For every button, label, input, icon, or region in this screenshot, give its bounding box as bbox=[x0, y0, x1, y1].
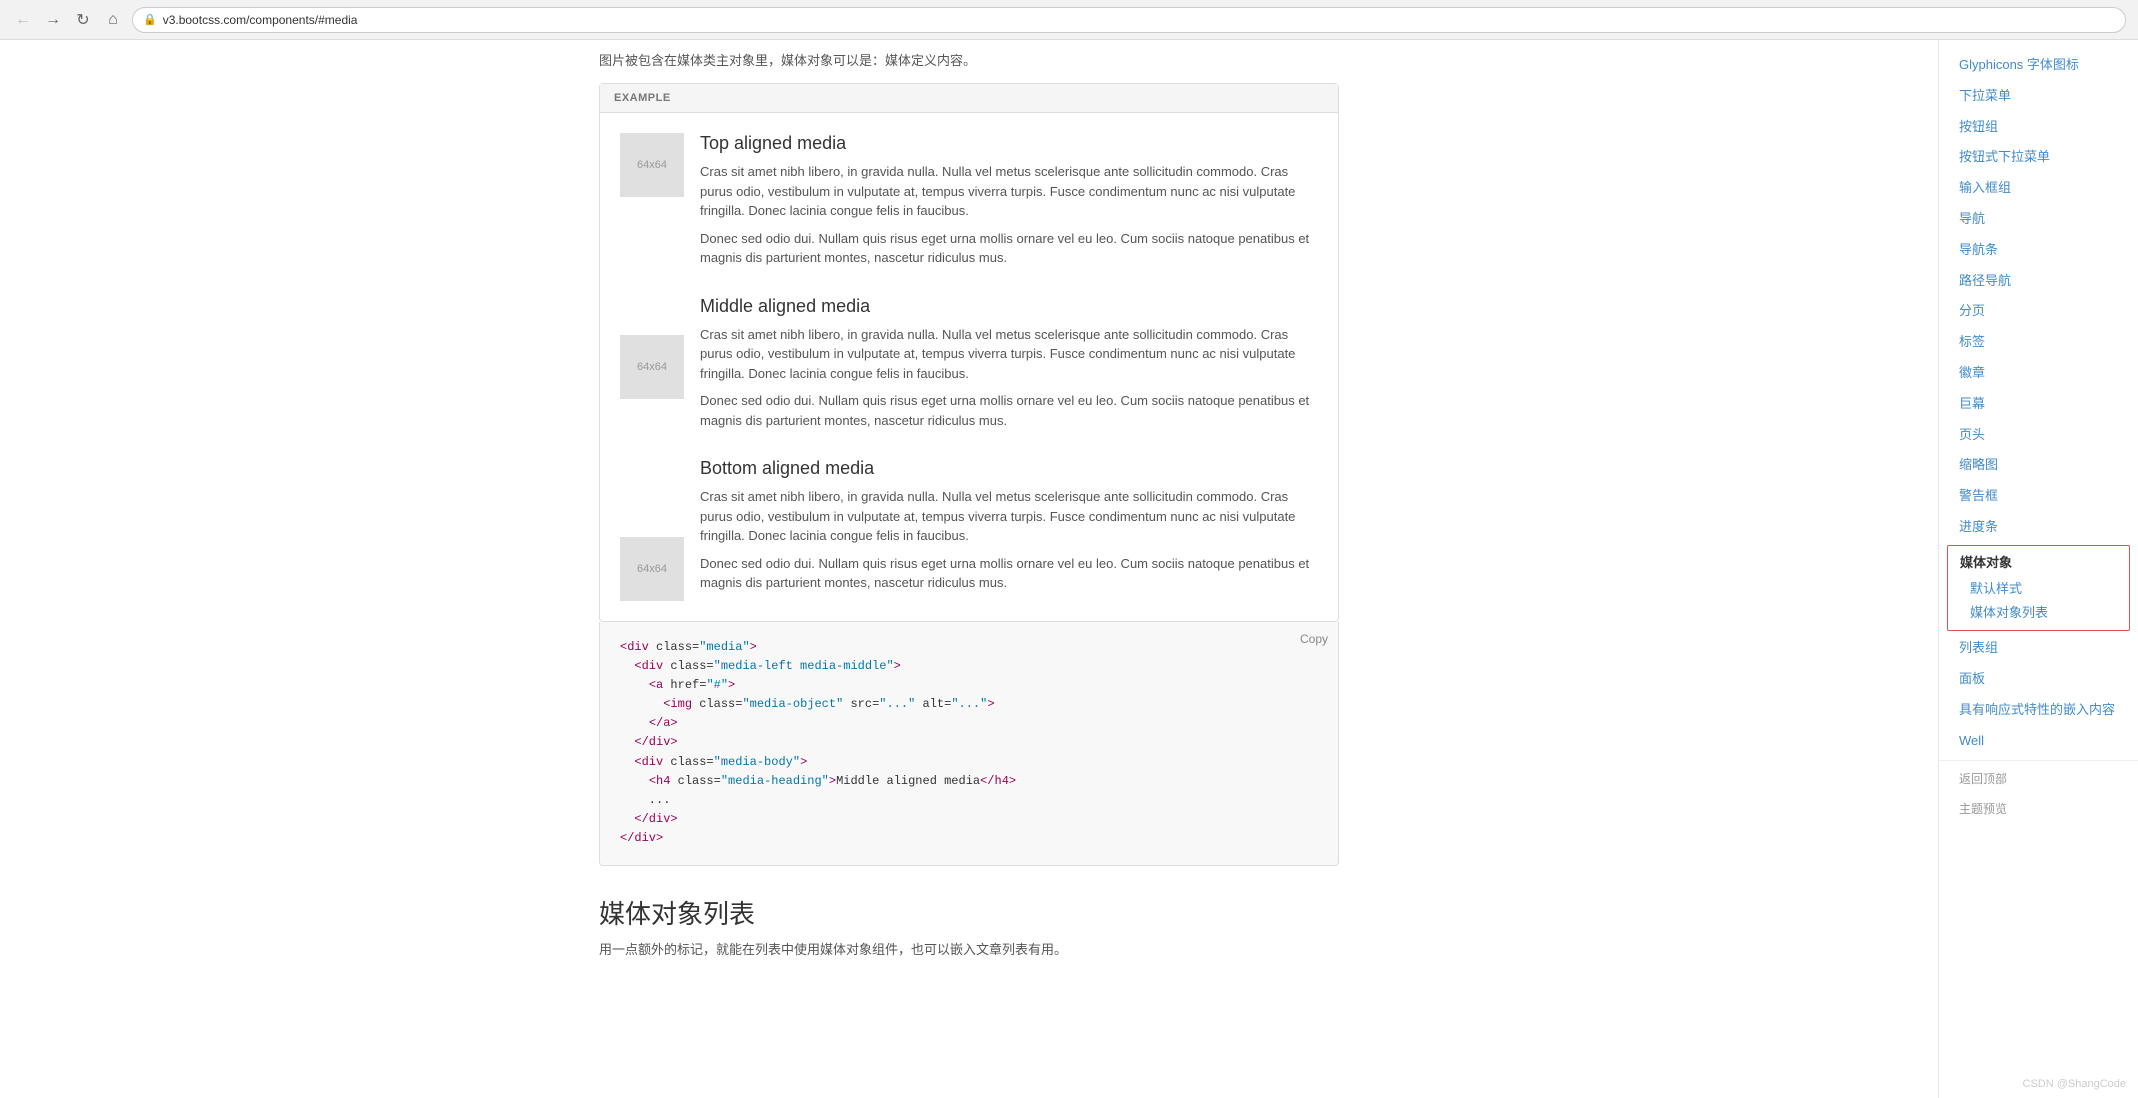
main-content: 图片被包含在媒体类主对象里，媒体对象可以是：媒体定义内容。 EXAMPLE 64… bbox=[0, 40, 1938, 1098]
home-button[interactable]: ⌂ bbox=[102, 9, 124, 31]
sidebar-item-page-header[interactable]: 页头 bbox=[1939, 420, 2138, 451]
section-desc: 用一点额外的标记，就能在列表中使用媒体对象组件，也可以嵌入文章列表有用。 bbox=[599, 939, 1339, 958]
address-bar[interactable]: 🔒 v3.bootcss.com/components/#media bbox=[132, 7, 2126, 33]
sidebar-item-list-group[interactable]: 列表组 bbox=[1939, 633, 2138, 664]
media-body-top: Top aligned media Cras sit amet nibh lib… bbox=[700, 133, 1318, 276]
sidebar-item-labels[interactable]: 标签 bbox=[1939, 327, 2138, 358]
sidebar-item-pagination[interactable]: 分页 bbox=[1939, 296, 2138, 327]
copy-button[interactable]: Copy bbox=[1300, 632, 1328, 646]
sidebar-item-media[interactable]: 媒体对象 bbox=[1956, 550, 2121, 577]
code-line-3: <a href="#"> bbox=[620, 676, 1318, 695]
content-inner: 图片被包含在媒体类主对象里，媒体对象可以是：媒体定义内容。 EXAMPLE 64… bbox=[579, 40, 1359, 998]
sidebar-item-glyphicons[interactable]: Glyphicons 字体图标 bbox=[1939, 50, 2138, 81]
sidebar-item-back-to-top[interactable]: 返回顶部 bbox=[1939, 765, 2138, 794]
example-label: EXAMPLE bbox=[600, 84, 1338, 113]
code-line-10: </div> bbox=[620, 810, 1318, 829]
sidebar-item-thumbnails[interactable]: 缩略图 bbox=[1939, 450, 2138, 481]
media-body-bottom: Bottom aligned media Cras sit amet nibh … bbox=[700, 458, 1318, 601]
sidebar-item-dropdown[interactable]: 下拉菜单 bbox=[1939, 81, 2138, 112]
example-content: 64x64 Top aligned media Cras sit amet ni… bbox=[600, 113, 1338, 621]
media-item-middle: 64x64 Middle aligned media Cras sit amet… bbox=[620, 296, 1318, 439]
code-content: <div class="media"> <div class="media-le… bbox=[600, 622, 1338, 865]
media-thumb-middle: 64x64 bbox=[620, 335, 684, 399]
code-line-7: <div class="media-body"> bbox=[620, 753, 1318, 772]
media-para1-top: Cras sit amet nibh libero, in gravida nu… bbox=[700, 162, 1318, 221]
media-para2-bottom: Donec sed odio dui. Nullam quis risus eg… bbox=[700, 554, 1318, 593]
url-text: v3.bootcss.com/components/#media bbox=[163, 13, 358, 27]
media-body-middle: Middle aligned media Cras sit amet nibh … bbox=[700, 296, 1318, 439]
reload-button[interactable]: ↻ bbox=[72, 9, 94, 31]
media-para2-middle: Donec sed odio dui. Nullam quis risus eg… bbox=[700, 391, 1318, 430]
back-button[interactable]: ← bbox=[12, 9, 34, 31]
sidebar-item-badges[interactable]: 徽章 bbox=[1939, 358, 2138, 389]
forward-button[interactable]: → bbox=[42, 9, 64, 31]
section-heading: 媒体对象列表 bbox=[599, 894, 1339, 931]
media-item-top: 64x64 Top aligned media Cras sit amet ni… bbox=[620, 133, 1318, 276]
page-layout: 图片被包含在媒体类主对象里，媒体对象可以是：媒体定义内容。 EXAMPLE 64… bbox=[0, 40, 2138, 1098]
media-heading-top: Top aligned media bbox=[700, 133, 1318, 154]
footer-watermark: CSDN @ShangCode bbox=[2023, 1078, 2127, 1090]
sidebar-divider bbox=[1939, 760, 2138, 761]
example-box: EXAMPLE 64x64 Top aligned media Cras sit… bbox=[599, 83, 1339, 622]
sidebar-item-btn-group[interactable]: 按钮组 bbox=[1939, 112, 2138, 143]
media-thumb-bottom: 64x64 bbox=[620, 537, 684, 601]
code-line-9: ... bbox=[620, 791, 1318, 810]
code-line-11: </div> bbox=[620, 829, 1318, 848]
sidebar-item-media-default[interactable]: 默认样式 bbox=[1956, 577, 2121, 602]
sidebar-item-media-list[interactable]: 媒体对象列表 bbox=[1956, 601, 2121, 626]
browser-chrome: ← → ↻ ⌂ 🔒 v3.bootcss.com/components/#med… bbox=[0, 0, 2138, 40]
sidebar-item-navbar[interactable]: 导航条 bbox=[1939, 235, 2138, 266]
code-box: Copy <div class="media"> <div class="med… bbox=[599, 622, 1339, 866]
code-line-2: <div class="media-left media-middle"> bbox=[620, 657, 1318, 676]
code-line-4: <img class="media-object" src="..." alt=… bbox=[620, 695, 1318, 714]
code-line-1: <div class="media"> bbox=[620, 638, 1318, 657]
sidebar-item-theme-preview[interactable]: 主题预览 bbox=[1939, 795, 2138, 824]
code-line-6: </div> bbox=[620, 733, 1318, 752]
sidebar-item-responsive-embed[interactable]: 具有响应式特性的嵌入内容 bbox=[1939, 695, 2138, 726]
sidebar-item-panels[interactable]: 面板 bbox=[1939, 664, 2138, 695]
sidebar-item-alerts[interactable]: 警告框 bbox=[1939, 481, 2138, 512]
sidebar-item-nav[interactable]: 导航 bbox=[1939, 204, 2138, 235]
sidebar-item-btn-dropdown[interactable]: 按钮式下拉菜单 bbox=[1939, 142, 2138, 173]
top-description: 图片被包含在媒体类主对象里，媒体对象可以是：媒体定义内容。 bbox=[599, 50, 1339, 69]
sidebar-item-breadcrumb[interactable]: 路径导航 bbox=[1939, 266, 2138, 297]
lock-icon: 🔒 bbox=[143, 13, 157, 26]
sidebar-item-input-group[interactable]: 输入框组 bbox=[1939, 173, 2138, 204]
media-para2-top: Donec sed odio dui. Nullam quis risus eg… bbox=[700, 229, 1318, 268]
media-heading-bottom: Bottom aligned media bbox=[700, 458, 1318, 479]
media-para1-middle: Cras sit amet nibh libero, in gravida nu… bbox=[700, 325, 1318, 384]
sidebar-item-progress[interactable]: 进度条 bbox=[1939, 512, 2138, 543]
media-thumb-top: 64x64 bbox=[620, 133, 684, 197]
code-line-8: <h4 class="media-heading">Middle aligned… bbox=[620, 772, 1318, 791]
code-line-5: </a> bbox=[620, 714, 1318, 733]
sidebar-item-wells[interactable]: Well bbox=[1939, 726, 2138, 757]
active-section-media: 媒体对象 默认样式 媒体对象列表 bbox=[1947, 545, 2130, 631]
right-sidebar: Glyphicons 字体图标 下拉菜单 按钮组 按钮式下拉菜单 输入框组 导航… bbox=[1938, 40, 2138, 1098]
sidebar-item-jumbotron[interactable]: 巨幕 bbox=[1939, 389, 2138, 420]
media-heading-middle: Middle aligned media bbox=[700, 296, 1318, 317]
media-para1-bottom: Cras sit amet nibh libero, in gravida nu… bbox=[700, 487, 1318, 546]
media-item-bottom: 64x64 Bottom aligned media Cras sit amet… bbox=[620, 458, 1318, 601]
